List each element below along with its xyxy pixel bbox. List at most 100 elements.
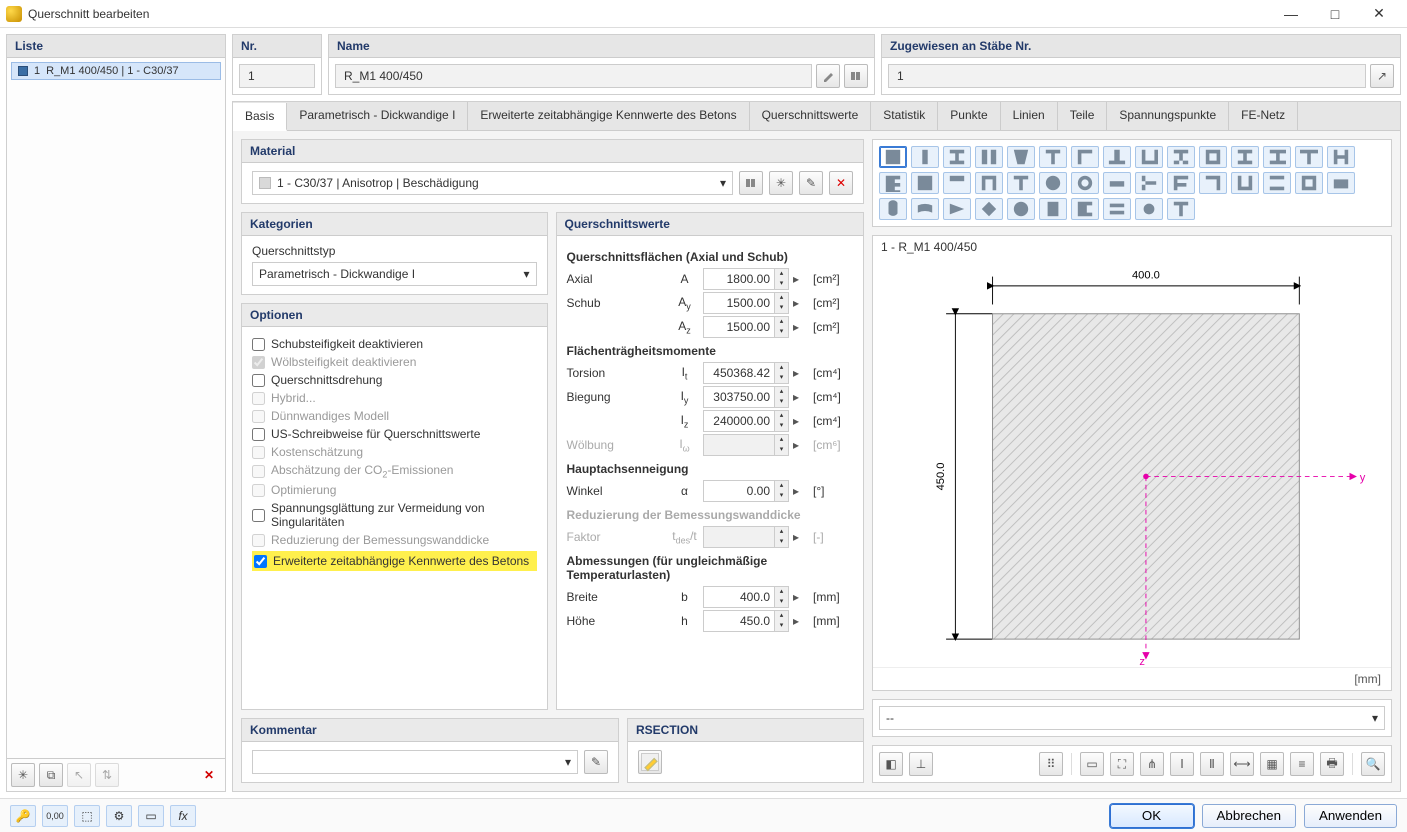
apply-button[interactable]: Anwenden — [1304, 804, 1397, 828]
expand-icon[interactable]: ▸ — [793, 320, 809, 334]
shape-thumb[interactable] — [879, 172, 907, 194]
shape-thumb[interactable] — [1103, 172, 1131, 194]
shape-thumb[interactable] — [1103, 198, 1131, 220]
expand-icon[interactable]: ▸ — [793, 390, 809, 404]
iy-input[interactable]: 303750.00▴▾ — [703, 386, 790, 408]
shape-thumb[interactable] — [975, 172, 1003, 194]
tab-span[interactable]: Spannungspunkte — [1107, 102, 1229, 130]
shape-thumb[interactable] — [1007, 146, 1035, 168]
tool-axes[interactable]: ⊥ — [909, 752, 933, 776]
shape-thumb[interactable] — [1167, 198, 1195, 220]
shape-thumb[interactable] — [1103, 146, 1131, 168]
tool-grid[interactable]: ▦ — [1260, 752, 1284, 776]
tab-teile[interactable]: Teile — [1058, 102, 1108, 130]
material-edit-button[interactable]: ✎ — [799, 171, 823, 195]
h-input[interactable]: 450.0▴▾ — [703, 610, 790, 632]
maximize-button[interactable]: □ — [1313, 1, 1357, 27]
close-button[interactable]: ✕ — [1357, 1, 1401, 27]
shape-thumb[interactable] — [1039, 172, 1067, 194]
expand-icon[interactable]: ▸ — [793, 366, 809, 380]
opt-querschnittsdrehung[interactable]: Querschnittsdrehung — [252, 371, 537, 389]
shape-thumb[interactable] — [1071, 146, 1099, 168]
name-input[interactable]: R_M1 400/450 — [335, 64, 812, 88]
name-library-button[interactable] — [844, 64, 868, 88]
preview-canvas[interactable]: 400.0 450.0 — [873, 258, 1391, 667]
shape-thumb[interactable] — [1007, 198, 1035, 220]
rsection-launch-button[interactable] — [638, 750, 662, 774]
it-input[interactable]: 450368.42▴▾ — [703, 362, 790, 384]
shape-thumb[interactable] — [1167, 172, 1195, 194]
tab-ext[interactable]: Erweiterte zeitabhängige Kennwerte des B… — [468, 102, 749, 130]
footer-units-button[interactable]: 0,00 — [42, 805, 68, 827]
toolbar-btn-4[interactable]: ⇅ — [95, 763, 119, 787]
shape-thumb[interactable] — [943, 198, 971, 220]
shape-thumb[interactable] — [943, 146, 971, 168]
tab-basis[interactable]: Basis — [233, 103, 287, 131]
shape-thumb[interactable] — [943, 172, 971, 194]
shape-thumb[interactable] — [1039, 146, 1067, 168]
iz-input[interactable]: 240000.00▴▾ — [703, 410, 790, 432]
alpha-input[interactable]: 0.00▴▾ — [703, 480, 790, 502]
expand-icon[interactable]: ▸ — [793, 272, 809, 286]
shape-thumb[interactable] — [1199, 172, 1227, 194]
shape-thumb[interactable] — [1135, 198, 1163, 220]
tool-search[interactable]: 🔍 — [1361, 752, 1385, 776]
minimize-button[interactable]: — — [1269, 1, 1313, 27]
tab-qswerte[interactable]: Querschnittswerte — [750, 102, 872, 130]
shape-thumb[interactable] — [911, 146, 939, 168]
kommentar-select[interactable]: ▾ — [252, 750, 578, 774]
list-item[interactable]: 1 R_M1 400/450 | 1 - C30/37 — [11, 62, 221, 80]
kommentar-edit-button[interactable]: ✎ — [584, 750, 608, 774]
tool-colors[interactable]: ⠿ — [1039, 752, 1063, 776]
assign-input[interactable]: 1 — [888, 64, 1366, 88]
tool-section-1[interactable]: Ⅰ — [1170, 752, 1194, 776]
footer-btn-6[interactable]: fx — [170, 805, 196, 827]
opt-schubsteifigkeit[interactable]: Schubsteifigkeit deaktivieren — [252, 335, 537, 353]
footer-btn-3[interactable]: ⬚ — [74, 805, 100, 827]
shape-thumb[interactable] — [1071, 172, 1099, 194]
shape-thumb[interactable] — [1295, 172, 1323, 194]
az-input[interactable]: 1500.00▴▾ — [703, 316, 790, 338]
shape-thumb[interactable] — [911, 198, 939, 220]
delete-item-button[interactable]: ✕ — [197, 763, 221, 787]
footer-btn-4[interactable]: ⚙ — [106, 805, 132, 827]
shape-thumb[interactable] — [1295, 146, 1323, 168]
shape-thumb[interactable] — [1263, 172, 1291, 194]
shape-thumb[interactable] — [1263, 146, 1291, 168]
new-item-button[interactable]: ✳ — [11, 763, 35, 787]
tool-members[interactable]: ⋔ — [1140, 752, 1164, 776]
tab-linien[interactable]: Linien — [1001, 102, 1058, 130]
cancel-button[interactable]: Abbrechen — [1202, 804, 1296, 828]
shape-thumb[interactable] — [1231, 172, 1259, 194]
ok-button[interactable]: OK — [1110, 804, 1194, 828]
toolbar-btn-3[interactable]: ↖ — [67, 763, 91, 787]
shape-thumb[interactable] — [975, 146, 1003, 168]
axial-input[interactable]: 1800.00▴▾ — [703, 268, 790, 290]
copy-item-button[interactable]: ⧉ — [39, 763, 63, 787]
shape-thumb[interactable] — [879, 146, 907, 168]
opt-us-schreibweise[interactable]: US-Schreibweise für Querschnittswerte — [252, 425, 537, 443]
expand-icon[interactable]: ▸ — [793, 614, 809, 628]
tool-zoom-fit[interactable]: ▭ — [1080, 752, 1104, 776]
name-edit-button[interactable] — [816, 64, 840, 88]
expand-icon[interactable]: ▸ — [793, 414, 809, 428]
shape-thumb[interactable] — [975, 198, 1003, 220]
ay-input[interactable]: 1500.00▴▾ — [703, 292, 790, 314]
shape-thumb[interactable] — [879, 198, 907, 220]
nr-input[interactable]: 1 — [239, 64, 315, 88]
shape-thumb[interactable] — [1135, 146, 1163, 168]
tool-print[interactable]: 🖶 — [1320, 752, 1344, 776]
material-library-button[interactable] — [739, 171, 763, 195]
footer-help-button[interactable]: 🔑 — [10, 805, 36, 827]
shape-thumb[interactable] — [1199, 146, 1227, 168]
querschnittstyp-select[interactable]: Parametrisch - Dickwandige I ▾ — [252, 262, 537, 286]
shape-thumb[interactable] — [1039, 198, 1067, 220]
shape-thumb[interactable] — [911, 172, 939, 194]
material-select[interactable]: 1 - C30/37 | Anisotrop | Beschädigung ▾ — [252, 171, 733, 195]
material-delete-button[interactable]: ✕ — [829, 171, 853, 195]
expand-icon[interactable]: ▸ — [793, 296, 809, 310]
shape-thumb[interactable] — [1135, 172, 1163, 194]
b-input[interactable]: 400.0▴▾ — [703, 586, 790, 608]
shape-thumb[interactable] — [1007, 172, 1035, 194]
tool-fullscreen[interactable]: ⛶ — [1110, 752, 1134, 776]
